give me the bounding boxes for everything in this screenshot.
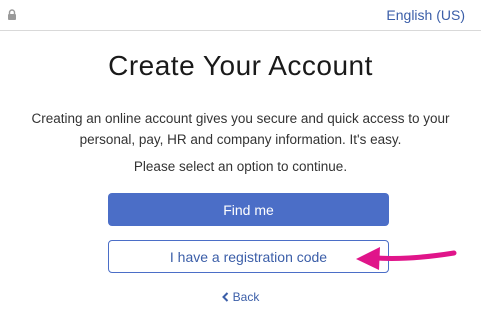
prompt-text: Please select an option to continue. <box>133 159 348 174</box>
back-link-label: Back <box>232 290 260 304</box>
find-me-button[interactable]: Find me <box>108 193 389 226</box>
top-bar: English (US) <box>0 0 481 31</box>
chevron-left-icon <box>221 292 228 302</box>
registration-code-button[interactable]: I have a registration code <box>108 240 389 273</box>
annotation-arrow <box>356 247 457 270</box>
lock-icon <box>8 9 16 20</box>
back-link[interactable]: Back <box>0 290 481 304</box>
find-me-button-label: Find me <box>223 201 274 218</box>
intro-text: Creating an online account gives you sec… <box>31 111 450 147</box>
language-selector[interactable]: English (US) <box>386 7 465 23</box>
registration-code-button-label: I have a registration code <box>169 248 328 265</box>
page-title: Create Your Account <box>108 50 373 81</box>
